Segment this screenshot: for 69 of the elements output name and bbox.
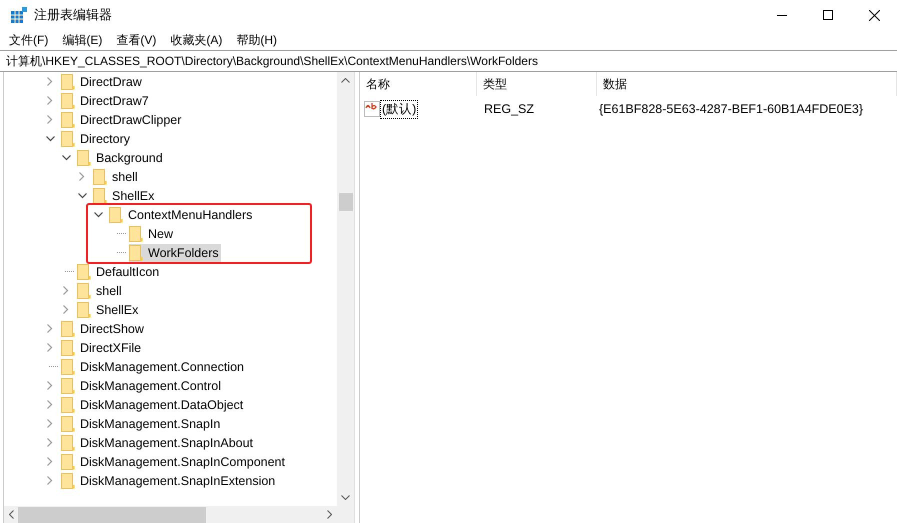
tree-item[interactable]: DiskManagement.Control: [80, 378, 222, 392]
scrollbar-thumb[interactable]: [338, 193, 352, 211]
close-icon: [868, 10, 880, 20]
column-header[interactable]: 名称: [360, 72, 477, 96]
string-value-icon: [364, 101, 380, 117]
tree-item[interactable]: Directory: [80, 132, 130, 146]
folder-icon: [77, 302, 91, 318]
tree-item[interactable]: shell: [112, 170, 138, 184]
folder-icon: [61, 472, 75, 488]
folder-icon: [61, 112, 75, 128]
folder-icon: [77, 150, 91, 166]
scroll-up-icon[interactable]: [341, 78, 350, 83]
folder-icon: [61, 396, 75, 412]
folder-icon: [61, 340, 75, 356]
folder-icon: [61, 320, 75, 336]
tree-item[interactable]: DirectDraw7: [80, 94, 149, 108]
menu-item[interactable]: 文件(F): [2, 32, 56, 48]
folder-icon: [77, 264, 91, 280]
tree-item[interactable]: DirectXFile: [80, 340, 142, 354]
menu-item[interactable]: 帮助(H): [229, 32, 284, 48]
scroll-left-icon[interactable]: [9, 510, 14, 519]
tree-item[interactable]: DiskManagement.SnapInComponent: [80, 454, 285, 468]
tree-item[interactable]: Background: [96, 150, 163, 164]
menu-item[interactable]: 查看(V): [109, 32, 164, 48]
scroll-down-icon[interactable]: [341, 495, 350, 500]
tree-item[interactable]: shell: [96, 284, 122, 298]
folder-icon: [61, 434, 75, 450]
tree-item[interactable]: DirectDrawClipper: [80, 112, 182, 126]
folder-icon: [129, 226, 143, 242]
minimize-icon: [777, 14, 787, 16]
value-name[interactable]: (默认): [381, 100, 418, 118]
folder-icon: [61, 130, 75, 146]
window-title: 注册表编辑器: [34, 6, 112, 24]
folder-icon: [61, 74, 75, 90]
column-header[interactable]: 数据: [597, 72, 897, 96]
table-cell-text: REG_SZ: [483, 102, 536, 116]
tree-item[interactable]: ContextMenuHandlers: [128, 208, 252, 222]
folder-icon: [129, 244, 143, 260]
tree-item[interactable]: DiskManagement.DataObject: [80, 398, 244, 412]
folder-icon: [61, 92, 75, 108]
tree-item[interactable]: DiskManagement.SnapInAbout: [80, 436, 254, 450]
folder-icon: [61, 416, 75, 432]
folder-icon: [77, 282, 91, 298]
table-cell-text: {E61BF828-5E63-4287-BEF1-60B1A4FDE0E3}: [598, 102, 864, 116]
folder-icon: [93, 188, 107, 204]
tree-item[interactable]: ShellEx: [96, 302, 138, 316]
scrollbar-thumb[interactable]: [18, 506, 206, 522]
tree-item[interactable]: DefaultIcon: [96, 264, 160, 278]
menu-item[interactable]: 收藏夹(A): [163, 32, 230, 48]
folder-icon: [93, 168, 107, 184]
maximize-icon: [823, 10, 833, 20]
folder-icon: [61, 454, 75, 470]
folder-icon: [61, 358, 75, 374]
horizontal-scrollbar[interactable]: [4, 506, 337, 523]
tree-item[interactable]: DirectShow: [80, 322, 144, 336]
tree-item[interactable]: New: [148, 226, 174, 240]
vertical-scrollbar[interactable]: [337, 72, 354, 506]
tree-item[interactable]: DiskManagement.Connection: [80, 360, 244, 374]
registry-app-icon: [11, 7, 27, 23]
column-header[interactable]: 类型: [477, 72, 597, 96]
menu-item[interactable]: 编辑(E): [55, 32, 110, 48]
folder-icon: [61, 378, 75, 394]
folder-icon: [109, 206, 123, 222]
tree-item[interactable]: DiskManagement.SnapInExtension: [80, 474, 276, 488]
tree-item[interactable]: DiskManagement.SnapIn: [80, 416, 220, 430]
tree-item[interactable]: ShellEx: [112, 188, 154, 202]
tree-item[interactable]: DirectDraw: [80, 74, 142, 88]
scroll-right-icon[interactable]: [327, 510, 332, 519]
address-field[interactable]: 计算机\HKEY_CLASSES_ROOT\Directory\Background\ShellEx\ContextMenuHandlers\WorkFolders: [0, 50, 897, 72]
